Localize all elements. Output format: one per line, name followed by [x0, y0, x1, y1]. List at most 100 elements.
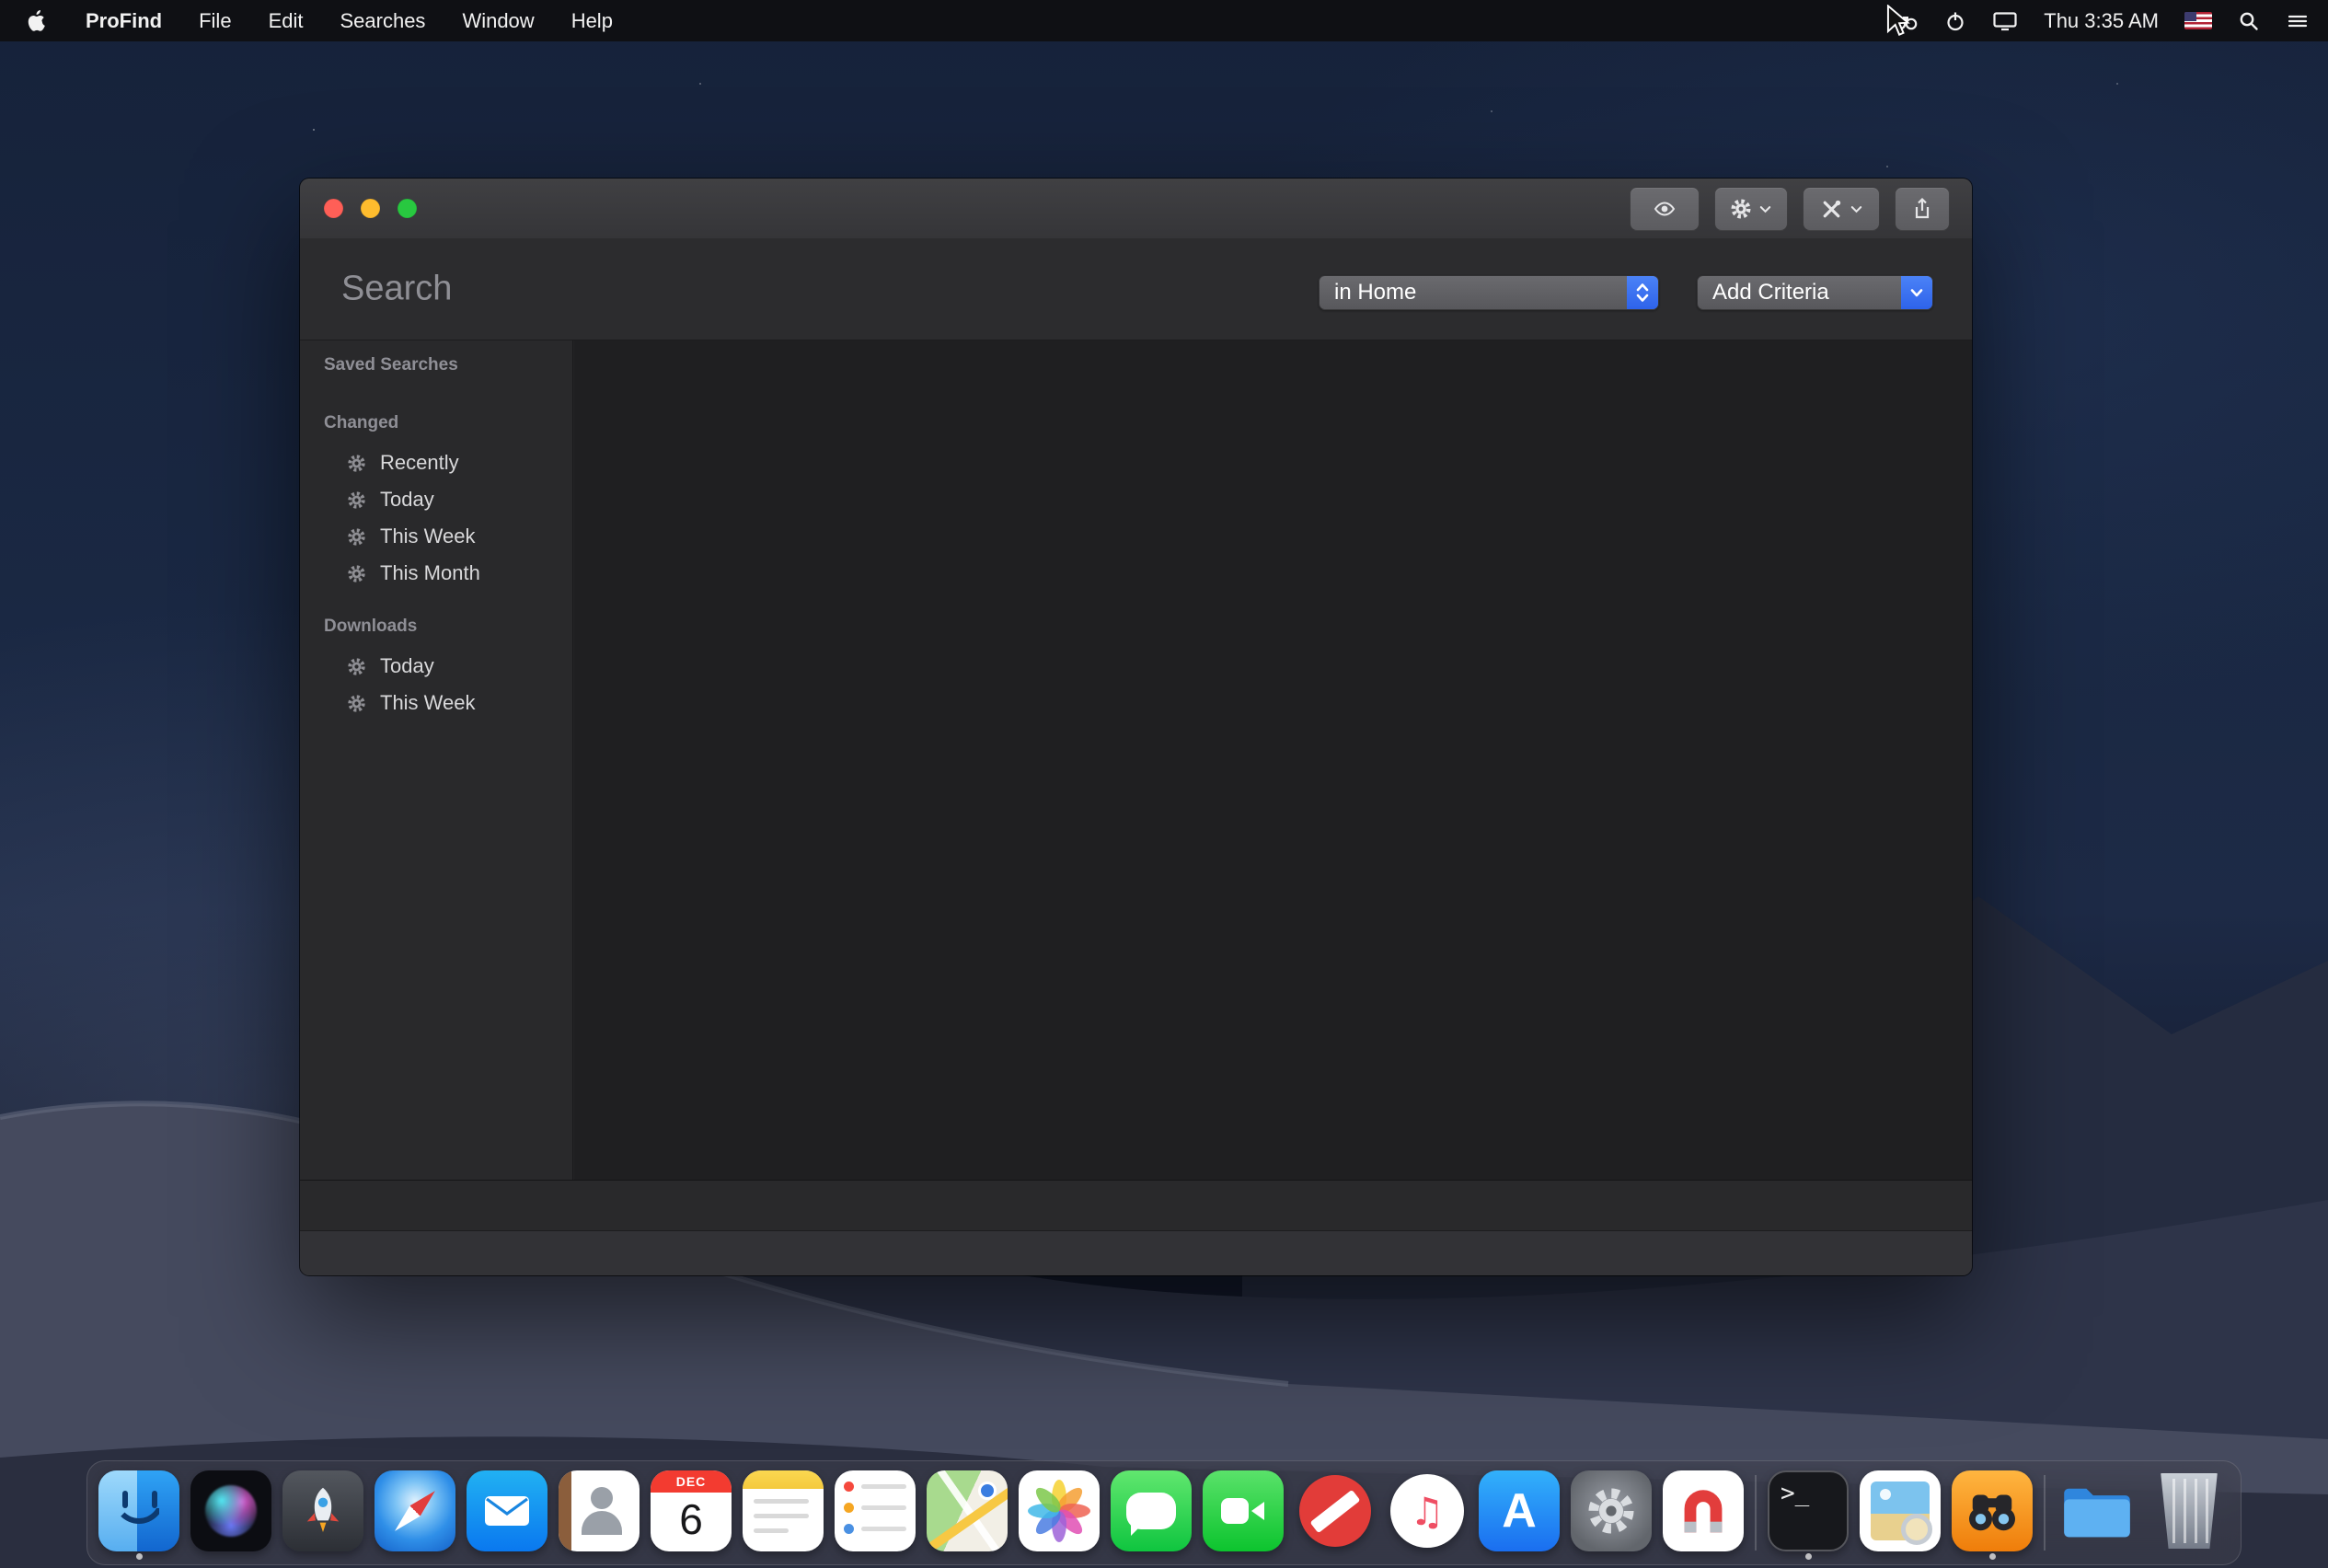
- facetime-icon: [1203, 1470, 1284, 1551]
- notification-center-icon[interactable]: [2286, 10, 2310, 32]
- dock-separator: [2044, 1475, 2046, 1551]
- dock: DEC 6: [86, 1460, 2242, 1565]
- dock-item-finder[interactable]: [98, 1465, 179, 1561]
- sidebar-item-downloads-today[interactable]: Today: [300, 648, 572, 685]
- sidebar-item-changed-today[interactable]: Today: [300, 481, 572, 518]
- dock-item-app-store[interactable]: A: [1479, 1465, 1560, 1561]
- dock-item-magnet[interactable]: [1663, 1465, 1744, 1561]
- smart-search-gear-icon: [347, 564, 366, 583]
- dock-item-siri[interactable]: [190, 1465, 271, 1561]
- sidebar-item-changed-this-month[interactable]: This Month: [300, 555, 572, 592]
- scope-popup[interactable]: in Home: [1319, 275, 1659, 310]
- sidebar-item-label: Today: [380, 488, 434, 512]
- dock-item-terminal[interactable]: >_: [1768, 1465, 1849, 1561]
- window-toolbar: [1630, 187, 1950, 231]
- apple-menu[interactable]: [0, 0, 67, 41]
- power-icon[interactable]: [1944, 10, 1966, 32]
- smart-search-gear-icon: [347, 527, 366, 547]
- running-indicator: [136, 1553, 143, 1560]
- results-area: [574, 340, 1972, 1180]
- sidebar-item-label: This Week: [380, 691, 476, 715]
- menu-window[interactable]: Window: [444, 9, 552, 33]
- preview-icon: [1860, 1470, 1941, 1551]
- running-indicator: [1989, 1553, 1996, 1560]
- search-header: Search in Home Add Criteria: [300, 238, 1972, 340]
- dock-item-system-preferences[interactable]: [1571, 1465, 1652, 1561]
- safari-icon: [375, 1470, 455, 1551]
- dock-item-no-entry[interactable]: [1295, 1465, 1376, 1561]
- window-titlebar[interactable]: [300, 179, 1972, 239]
- status-bar: [300, 1180, 1972, 1231]
- dock-item-facetime[interactable]: [1203, 1465, 1284, 1561]
- finder-icon: [98, 1470, 179, 1551]
- siri-icon: [190, 1470, 271, 1551]
- smart-search-gear-icon: [347, 657, 366, 676]
- dock-item-downloads[interactable]: [2057, 1465, 2138, 1561]
- close-button[interactable]: [324, 199, 343, 218]
- app-store-icon: A: [1479, 1470, 1560, 1551]
- running-indicator: [1805, 1553, 1812, 1560]
- tools-button[interactable]: [1803, 187, 1880, 231]
- smart-search-gear-icon: [347, 454, 366, 473]
- sidebar-item-changed-recently[interactable]: Recently: [300, 444, 572, 481]
- dock-item-photos[interactable]: [1019, 1465, 1100, 1561]
- dock-item-itunes[interactable]: ♫: [1387, 1465, 1468, 1561]
- dock-item-notes[interactable]: [743, 1465, 824, 1561]
- sidebar-item-downloads-this-week[interactable]: This Week: [300, 685, 572, 721]
- dock-item-reminders[interactable]: [835, 1465, 916, 1561]
- actions-gear-button[interactable]: [1714, 187, 1788, 231]
- reminders-icon: [835, 1470, 916, 1551]
- dock-item-mail[interactable]: [467, 1465, 547, 1561]
- tools-icon: [1820, 198, 1843, 221]
- maps-icon: [927, 1470, 1008, 1551]
- dock-item-profind[interactable]: [1952, 1465, 2033, 1561]
- page-title: Search: [341, 270, 452, 309]
- saved-searches-sidebar: Saved Searches Changed Recently Today Th…: [300, 340, 573, 1180]
- no-entry-icon: [1299, 1475, 1371, 1547]
- downloads-folder-icon: [2057, 1470, 2138, 1551]
- sidebar-item-label: This Month: [380, 561, 480, 585]
- menu-edit[interactable]: Edit: [250, 9, 322, 33]
- calendar-icon: DEC 6: [651, 1470, 732, 1551]
- display-icon[interactable]: [1992, 10, 2018, 32]
- dock-item-contacts[interactable]: [559, 1465, 640, 1561]
- terminal-prompt: >_: [1781, 1480, 1809, 1507]
- dock-separator: [1755, 1475, 1757, 1551]
- us-flag-icon[interactable]: [2184, 12, 2212, 29]
- sidebar-item-label: This Week: [380, 525, 476, 548]
- footer-bar: [300, 1230, 1972, 1275]
- popup-chevron-icon: [1901, 276, 1932, 309]
- zoom-button[interactable]: [398, 199, 417, 218]
- dock-item-messages[interactable]: [1111, 1465, 1192, 1561]
- share-icon: [1911, 197, 1933, 221]
- menu-file[interactable]: File: [180, 9, 249, 33]
- dock-item-safari[interactable]: [375, 1465, 455, 1561]
- add-criteria-label: Add Criteria: [1698, 280, 1901, 306]
- app-store-letter: A: [1502, 1483, 1537, 1539]
- menu-bar-clock[interactable]: Thu 3:35 AM: [2044, 9, 2159, 33]
- photos-icon: [1019, 1470, 1100, 1551]
- dock-item-preview[interactable]: [1860, 1465, 1941, 1561]
- traffic-lights: [324, 199, 417, 218]
- menu-help[interactable]: Help: [553, 9, 631, 33]
- share-button[interactable]: [1895, 187, 1950, 231]
- dock-item-launchpad[interactable]: [282, 1465, 363, 1561]
- notes-icon: [743, 1470, 824, 1551]
- flag-canton: [2184, 12, 2196, 21]
- dock-item-maps[interactable]: [927, 1465, 1008, 1561]
- sidebar-item-label: Recently: [380, 451, 459, 475]
- spotlight-search-icon[interactable]: [2238, 10, 2260, 32]
- minimize-button[interactable]: [361, 199, 380, 218]
- app-menu-profind[interactable]: ProFind: [67, 9, 180, 33]
- eye-icon: [1650, 198, 1679, 220]
- dock-item-trash[interactable]: [2149, 1465, 2230, 1561]
- menu-searches[interactable]: Searches: [321, 9, 444, 33]
- add-criteria-popup[interactable]: Add Criteria: [1697, 275, 1933, 310]
- system-preferences-icon: [1571, 1470, 1652, 1551]
- preview-eye-button[interactable]: [1630, 187, 1700, 231]
- launchpad-icon: [282, 1470, 363, 1551]
- dock-item-calendar[interactable]: DEC 6: [651, 1465, 732, 1561]
- messages-icon: [1111, 1470, 1192, 1551]
- calendar-day: 6: [651, 1494, 732, 1544]
- sidebar-item-changed-this-week[interactable]: This Week: [300, 518, 572, 555]
